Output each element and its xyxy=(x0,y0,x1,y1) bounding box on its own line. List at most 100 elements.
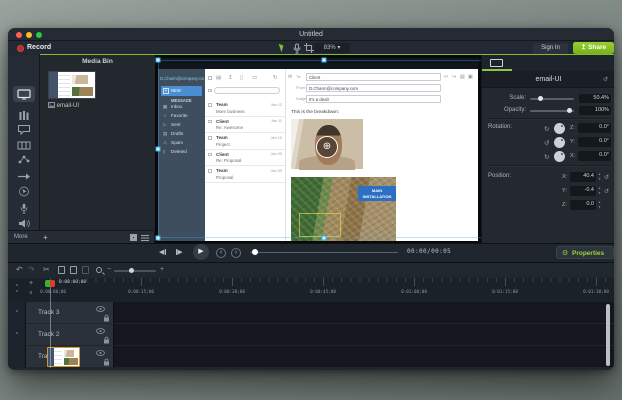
sidebar-item-voice-narration[interactable] xyxy=(17,203,31,214)
eye-icon[interactable] xyxy=(96,328,105,334)
image-icon xyxy=(48,102,55,108)
zoom-in-button[interactable]: + xyxy=(160,265,164,275)
track-header-2[interactable]: Track 2 xyxy=(26,324,114,346)
opacity-slider-thumb[interactable] xyxy=(567,108,572,113)
ruler-label: 0:01:15;00 xyxy=(483,290,527,295)
animations-arrow-icon xyxy=(17,171,31,182)
selection-handle-bottom-left[interactable] xyxy=(156,236,161,241)
position-z-value[interactable]: 0.0 xyxy=(570,200,596,210)
add-track-button[interactable]: + xyxy=(29,280,33,287)
desktop: { "window": { "title": "Untitled" }, "to… xyxy=(0,0,622,400)
share-button[interactable]: ↥ Share xyxy=(573,42,614,54)
rotation-y-knob[interactable] xyxy=(554,137,565,148)
visual-properties-tab[interactable] xyxy=(490,59,503,67)
jump-back-button[interactable]: ‹ xyxy=(216,248,226,258)
scale-label: Scale: xyxy=(482,95,526,101)
behaviors-icon xyxy=(17,154,31,165)
selection-handle-bottom-center[interactable] xyxy=(322,236,327,241)
canvas-zoom-dropdown[interactable]: 83% ▾ xyxy=(314,43,350,53)
sidebar-item-audio-effects[interactable] xyxy=(17,218,31,229)
scale-value[interactable]: 50.4% xyxy=(579,94,611,104)
previous-frame-button[interactable]: ◀ xyxy=(159,248,167,258)
lock-icon[interactable] xyxy=(103,358,110,366)
undo-button[interactable]: ↶ xyxy=(16,265,23,275)
selection-handle-top-center[interactable] xyxy=(322,58,327,63)
sidebar-item-cursor-effects[interactable] xyxy=(17,186,31,197)
track-header-3[interactable]: Track 3 xyxy=(26,302,114,324)
pan-icon xyxy=(293,43,301,54)
pan-tool[interactable] xyxy=(293,43,301,53)
rotation-x-value[interactable]: 0.0° xyxy=(578,151,611,161)
position-x-value[interactable]: 40.4 xyxy=(570,172,596,182)
sidebar-item-library[interactable] xyxy=(17,110,31,121)
preview-scrubber[interactable] xyxy=(250,252,398,254)
app-window: Untitled Record 83% ▾ Sign In ↥ Share xyxy=(8,28,614,370)
canvas-selection-box[interactable] xyxy=(158,60,481,238)
list-view-button[interactable] xyxy=(141,235,149,241)
rotation-z-value[interactable]: 0.0° xyxy=(578,123,611,133)
scale-slider-thumb[interactable] xyxy=(538,96,543,101)
position-z-stepper[interactable]: ▴▾ xyxy=(597,200,603,209)
cut-button[interactable]: ✂ xyxy=(43,265,50,275)
paste-button[interactable] xyxy=(70,266,77,274)
jump-forward-button[interactable]: › xyxy=(231,248,241,258)
sign-in-button[interactable]: Sign In xyxy=(533,43,568,54)
lock-icon[interactable] xyxy=(103,336,110,344)
properties-tab-strip xyxy=(482,55,614,71)
position-y-value[interactable]: -0.4 xyxy=(570,186,596,196)
sidebar-item-behaviors[interactable] xyxy=(17,154,31,165)
zoom-out-button[interactable]: − xyxy=(107,265,111,275)
scale-slider[interactable] xyxy=(530,98,574,100)
timeline-clip-email-ui[interactable] xyxy=(47,347,80,367)
rotate-x-icon: ↻ xyxy=(544,153,549,161)
timeline-zoom-slider[interactable] xyxy=(114,270,156,272)
sidebar-item-animations[interactable] xyxy=(17,171,31,182)
add-media-button[interactable]: + xyxy=(43,233,48,242)
media-bin-bottom-bar: More + xyxy=(8,230,155,243)
selection-handle-left-middle[interactable] xyxy=(156,147,161,152)
edit-cursor-tool[interactable] xyxy=(280,43,284,53)
redo-button[interactable]: ↷ xyxy=(28,265,35,275)
microphone-icon xyxy=(17,203,31,214)
next-frame-button[interactable]: ▶ xyxy=(175,248,183,258)
position-y-stepper[interactable]: ▴▾ xyxy=(597,186,603,195)
sidebar-item-annotations[interactable] xyxy=(17,124,31,135)
preview-scrubber-thumb[interactable] xyxy=(252,249,258,255)
rotation-y-value[interactable]: 0.0° xyxy=(578,137,611,147)
eye-icon[interactable] xyxy=(96,306,105,312)
rotation-z-knob[interactable] xyxy=(554,123,565,134)
position-x-reset-icon[interactable]: ↺ xyxy=(604,174,609,181)
properties-header: email-UI ↺ xyxy=(482,71,614,88)
copy-button[interactable] xyxy=(58,266,65,274)
selected-media-title: email-UI xyxy=(482,76,614,83)
sidebar-item-media[interactable] xyxy=(17,89,31,100)
selection-handle-top-left[interactable] xyxy=(156,58,161,63)
media-item-thumbnail[interactable] xyxy=(48,71,96,99)
play-button[interactable]: ▶ xyxy=(193,244,209,260)
timeline-vertical-scrollbar[interactable] xyxy=(606,304,610,366)
position-y-reset-icon[interactable]: ↺ xyxy=(604,188,609,195)
playback-timecode: 00:00/00:05 xyxy=(407,248,451,255)
reset-all-icon[interactable]: ↺ xyxy=(603,76,608,83)
canvas[interactable]: D.Charm@company.com + NEW MESSAGE ▦Inbox… xyxy=(155,55,481,243)
lock-icon[interactable] xyxy=(103,314,110,322)
position-x-stepper[interactable]: ▴▾ xyxy=(597,172,603,181)
zoom-timeline-icon[interactable] xyxy=(96,267,102,273)
properties-toggle-button[interactable]: ⚙ Properties xyxy=(556,246,614,259)
opacity-value[interactable]: 100% xyxy=(579,106,611,116)
rotate-y-icon: ↺ xyxy=(544,139,549,147)
crop-tool[interactable] xyxy=(304,43,314,53)
media-item-label[interactable]: email-UI xyxy=(48,102,79,109)
eye-icon[interactable] xyxy=(96,350,105,356)
transitions-icon xyxy=(17,140,31,151)
playhead-out-handle[interactable] xyxy=(50,280,55,287)
speaker-icon xyxy=(17,218,31,229)
split-button[interactable] xyxy=(82,266,89,274)
sidebar-item-transitions[interactable] xyxy=(17,140,31,151)
cursor-effects-icon xyxy=(17,186,31,197)
playhead-line[interactable] xyxy=(50,287,51,368)
rotation-x-knob[interactable] xyxy=(554,151,565,162)
more-tools-button[interactable]: More xyxy=(14,234,28,240)
grid-view-button[interactable] xyxy=(130,234,137,241)
timeline-zoom-slider-thumb[interactable] xyxy=(129,268,134,273)
